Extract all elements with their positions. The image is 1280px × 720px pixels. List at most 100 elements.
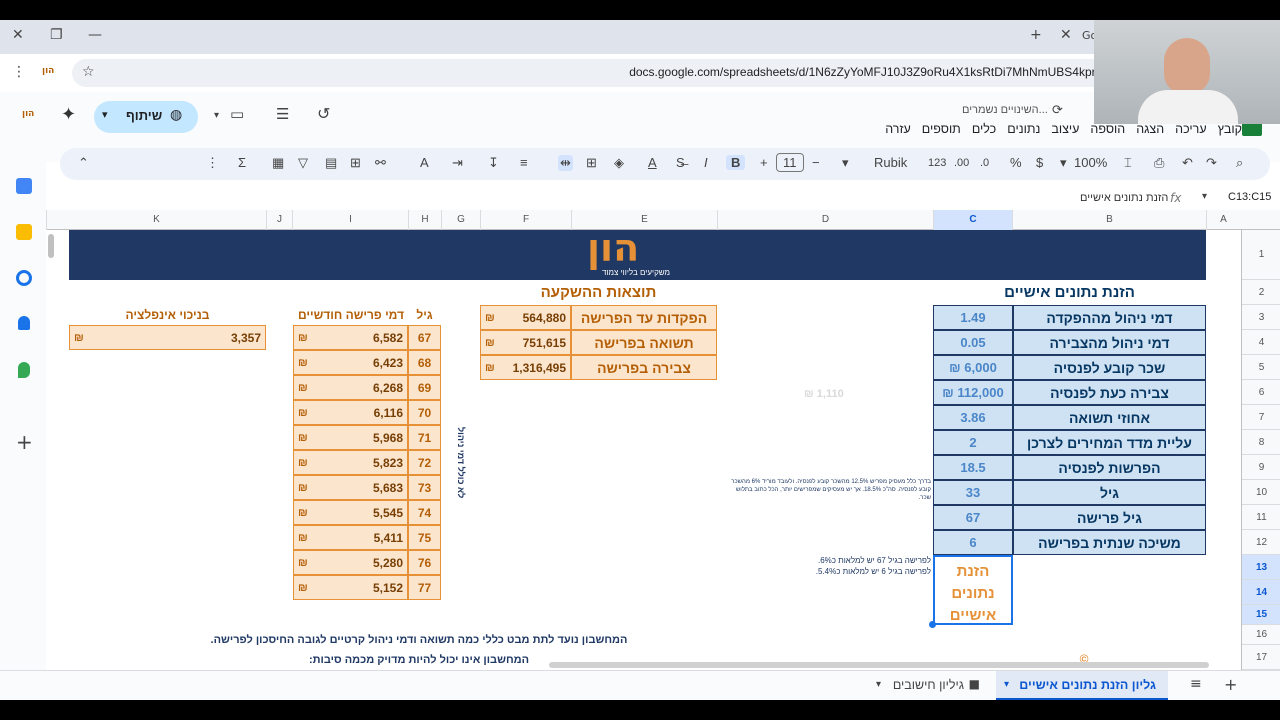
sheet-tab-menu-icon[interactable]: ▾ bbox=[1004, 679, 1009, 690]
col-header-a[interactable]: A bbox=[1206, 210, 1240, 230]
insert-chart-icon[interactable]: ▤ bbox=[325, 155, 337, 171]
personal-label[interactable]: דמי ניהול מהצבירה bbox=[1013, 330, 1206, 355]
home-logo-icon[interactable]: הון bbox=[22, 109, 34, 119]
personal-label[interactable]: גיל פרישה bbox=[1013, 505, 1206, 530]
personal-value[interactable]: 67 bbox=[933, 505, 1013, 530]
tab-close-icon[interactable]: ✕ bbox=[1060, 27, 1072, 43]
pension-age[interactable]: 67 bbox=[408, 325, 441, 350]
sheets-logo-icon[interactable] bbox=[1242, 122, 1262, 136]
bold-button[interactable]: B bbox=[726, 155, 746, 170]
video-call-icon[interactable]: ▭ bbox=[230, 105, 244, 123]
pension-age[interactable]: 74 bbox=[408, 500, 441, 525]
tasks-icon[interactable] bbox=[16, 270, 32, 286]
increase-font-icon[interactable]: + bbox=[760, 155, 768, 170]
fill-color-icon[interactable]: ◈ bbox=[614, 155, 624, 171]
zoom-dropdown-icon[interactable]: ▾ bbox=[1060, 155, 1067, 171]
vertical-scrollbar[interactable] bbox=[48, 234, 54, 258]
collapse-menus-icon[interactable]: ⌃ bbox=[78, 155, 89, 171]
print-icon[interactable]: ⎙ bbox=[1154, 155, 1164, 171]
pension-value-cell[interactable]: ₪ 6,582 bbox=[293, 325, 408, 350]
sheet-tab-calculations[interactable]: גיליון חישובים ■ ▾ bbox=[866, 671, 990, 700]
row-header-16[interactable]: 16 bbox=[1242, 625, 1280, 645]
row-header-8[interactable]: 8 bbox=[1242, 430, 1280, 455]
text-rotation-icon[interactable]: A bbox=[420, 155, 429, 170]
pension-value-cell[interactable]: ₪ 5,545 bbox=[293, 500, 408, 525]
col-header-b[interactable]: B bbox=[1012, 210, 1206, 230]
menu-data[interactable]: נתונים bbox=[1007, 122, 1040, 142]
col-header-k[interactable]: K bbox=[46, 210, 266, 230]
more-menu-icon[interactable]: ⋮ bbox=[12, 64, 26, 80]
formula-content[interactable]: הזנת נתונים אישיים bbox=[1080, 192, 1168, 204]
personal-value[interactable]: 1.49 bbox=[933, 305, 1013, 330]
pension-age[interactable]: 70 bbox=[408, 400, 441, 425]
col-header-i[interactable]: I bbox=[292, 210, 408, 230]
pension-age[interactable]: 73 bbox=[408, 475, 441, 500]
share-button[interactable]: ▾ שיתוף ◍ bbox=[94, 101, 198, 133]
menu-insert[interactable]: הוספה bbox=[1090, 122, 1125, 142]
personal-label[interactable]: שכר קובע לפנסיה bbox=[1013, 355, 1206, 380]
personal-value[interactable]: ₪ 6,000 bbox=[933, 355, 1013, 380]
row-header-3[interactable]: 3 bbox=[1242, 305, 1280, 330]
horizontal-scrollbar[interactable] bbox=[549, 662, 1209, 668]
menu-extensions[interactable]: תוספים bbox=[922, 122, 961, 142]
borders-icon[interactable]: ⊞ bbox=[586, 155, 597, 171]
get-addons-icon[interactable]: + bbox=[16, 430, 33, 454]
menu-tools[interactable]: כלים bbox=[972, 122, 996, 142]
pension-age[interactable]: 68 bbox=[408, 350, 441, 375]
paint-format-icon[interactable]: ⌶ bbox=[1124, 155, 1132, 171]
personal-label[interactable]: משיכה שנתית בפרישה bbox=[1013, 530, 1206, 555]
zoom-select[interactable]: 100% bbox=[1074, 155, 1107, 170]
percent-button[interactable]: % bbox=[1010, 155, 1022, 170]
personal-value[interactable]: ₪ 112,000 bbox=[933, 380, 1013, 405]
personal-value[interactable]: 0.05 bbox=[933, 330, 1013, 355]
more-options-icon[interactable]: ⋮ bbox=[206, 155, 219, 171]
gemini-sparkle-icon[interactable]: ✦ bbox=[61, 104, 76, 125]
font-select[interactable]: Rubik bbox=[874, 155, 907, 170]
menu-file[interactable]: קובץ bbox=[1218, 122, 1242, 142]
pension-value-cell[interactable]: ₪ 5,968 bbox=[293, 425, 408, 450]
personal-label[interactable]: גיל bbox=[1013, 480, 1206, 505]
personal-value[interactable]: 3.86 bbox=[933, 405, 1013, 430]
pension-age[interactable]: 71 bbox=[408, 425, 441, 450]
keep-icon[interactable] bbox=[16, 224, 32, 240]
row-header-11[interactable]: 11 bbox=[1242, 505, 1280, 530]
font-dropdown-icon[interactable]: ▾ bbox=[842, 155, 849, 171]
calendar-icon[interactable] bbox=[16, 178, 32, 194]
share-dropdown-icon[interactable]: ▾ bbox=[102, 108, 108, 121]
contacts-icon[interactable] bbox=[18, 316, 30, 330]
bookmark-star-icon[interactable]: ☆ bbox=[82, 64, 95, 80]
col-header-h[interactable]: H bbox=[408, 210, 441, 230]
add-sheet-icon[interactable]: + bbox=[1224, 675, 1237, 694]
row-header-9[interactable]: 9 bbox=[1242, 455, 1280, 480]
result-value-cell[interactable]: ₪ 1,316,495 bbox=[480, 355, 571, 380]
pension-value-cell[interactable]: ₪ 6,116 bbox=[293, 400, 408, 425]
sheet-tab-personal[interactable]: גליון הזנת נתונים אישיים ▾ bbox=[996, 671, 1168, 700]
name-box-dropdown-icon[interactable]: ▾ bbox=[1202, 191, 1207, 202]
pension-age[interactable]: 77 bbox=[408, 575, 441, 600]
menu-format[interactable]: עיצוב bbox=[1051, 122, 1079, 142]
pension-age[interactable]: 72 bbox=[408, 450, 441, 475]
result-value-cell[interactable]: ₪ 751,615 bbox=[480, 330, 571, 355]
menu-help[interactable]: עזרה bbox=[885, 122, 911, 142]
address-input[interactable]: ☆ docs.google.com/spreadsheets/d/1N6zZyY… bbox=[72, 59, 1272, 87]
row-header-10[interactable]: 10 bbox=[1242, 480, 1280, 505]
personal-value[interactable]: 18.5 bbox=[933, 455, 1013, 480]
redo-icon[interactable]: ↷ bbox=[1206, 155, 1217, 171]
pension-age[interactable]: 76 bbox=[408, 550, 441, 575]
pension-age[interactable]: 69 bbox=[408, 375, 441, 400]
row-header-5[interactable]: 5 bbox=[1242, 355, 1280, 380]
row-header-17[interactable]: 17 bbox=[1242, 645, 1280, 670]
col-header-d[interactable]: D bbox=[717, 210, 933, 230]
personal-label[interactable]: אחוזי תשואה bbox=[1013, 405, 1206, 430]
vertical-align-icon[interactable]: ↧ bbox=[488, 155, 499, 171]
inflation-value-cell[interactable]: ₪ 3,357 bbox=[69, 325, 266, 350]
sheet-tab-menu-icon[interactable]: ▾ bbox=[876, 679, 881, 690]
comments-icon[interactable]: ☰ bbox=[276, 105, 289, 123]
pension-value-cell[interactable]: ₪ 5,683 bbox=[293, 475, 408, 500]
restore-window-icon[interactable]: ❐ bbox=[50, 27, 63, 43]
pension-value-cell[interactable]: ₪ 5,152 bbox=[293, 575, 408, 600]
merged-note-cell[interactable]: הזנת נתונים אישיים bbox=[933, 555, 1013, 625]
functions-icon[interactable]: Σ bbox=[238, 155, 246, 170]
personal-value[interactable]: 6 bbox=[933, 530, 1013, 555]
comment-icon[interactable]: ⊞ bbox=[350, 155, 361, 171]
